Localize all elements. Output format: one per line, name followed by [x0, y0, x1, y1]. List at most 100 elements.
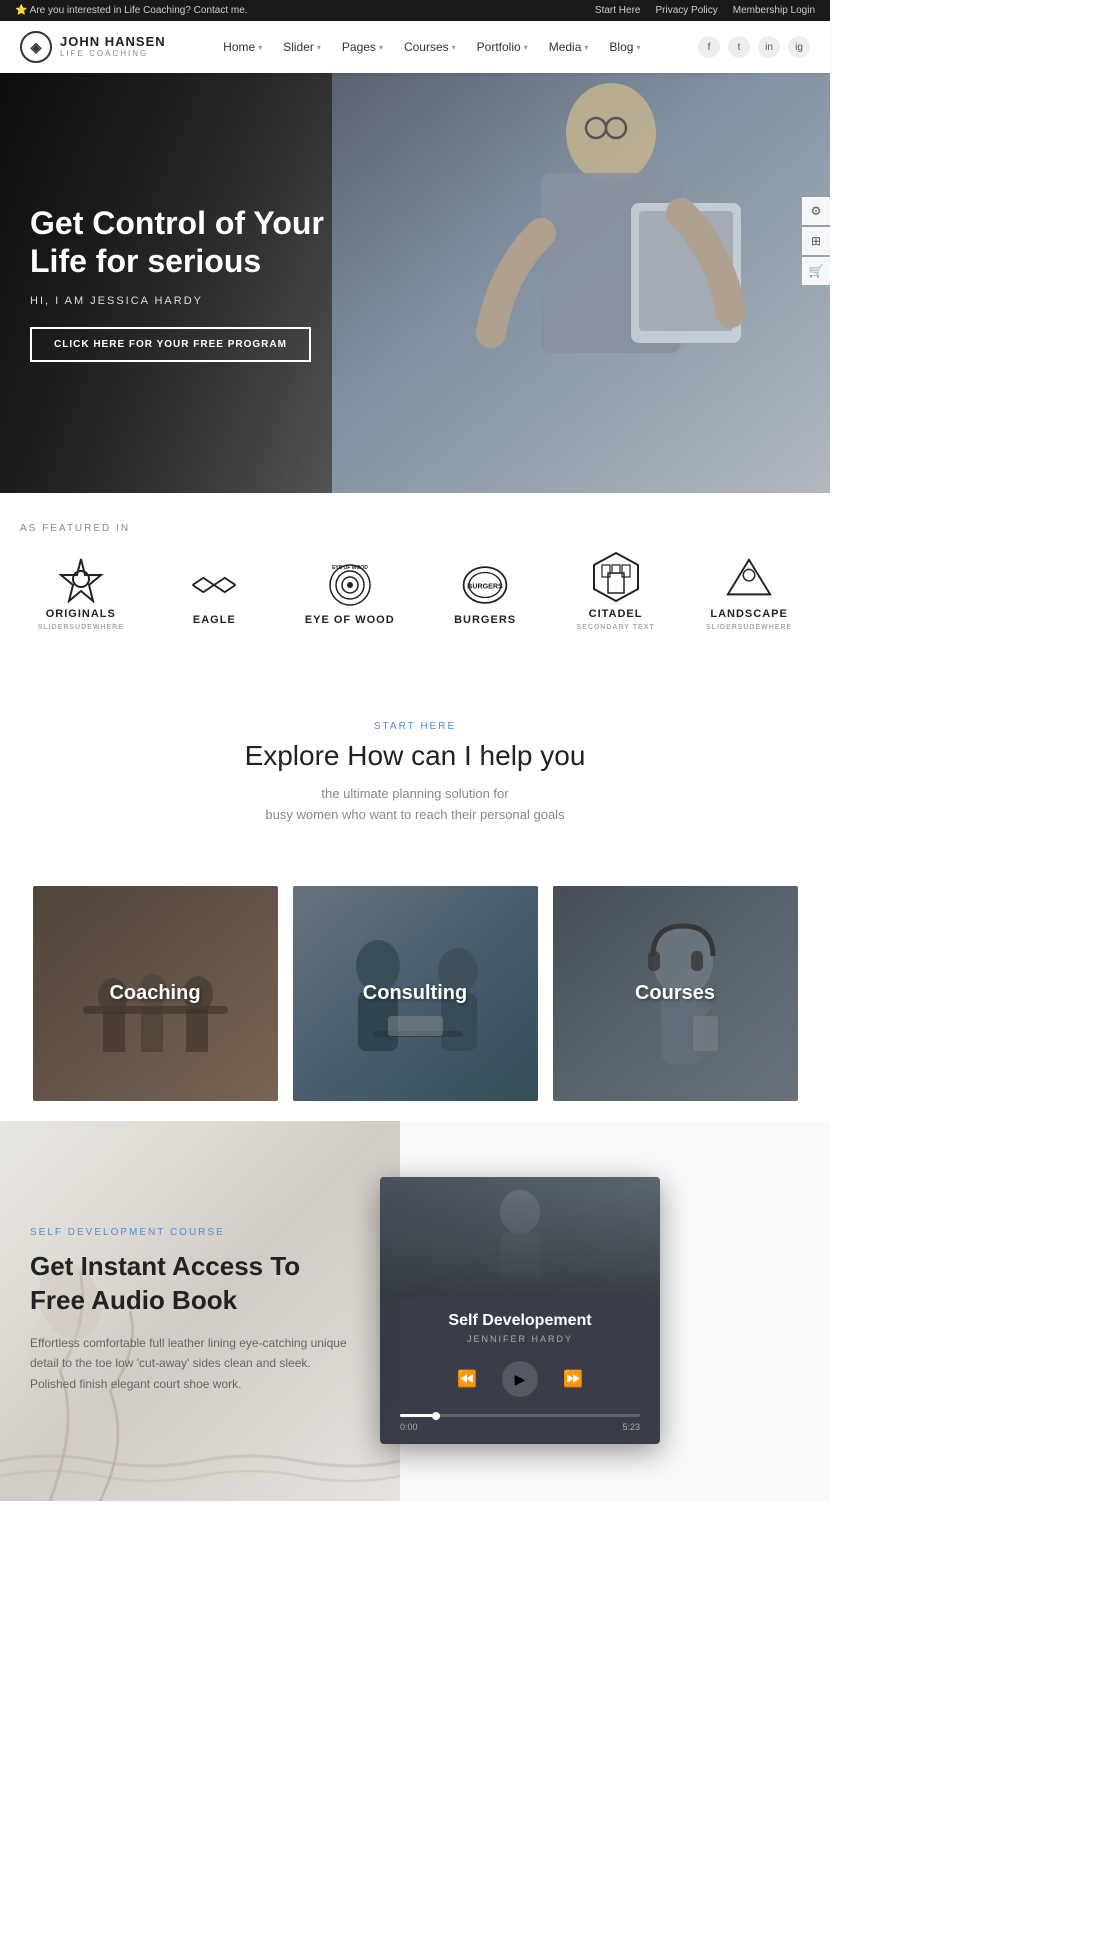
landscape-name: LANDSCAPE [710, 608, 787, 620]
main-nav: Home ▾ Slider ▾ Pages ▾ Courses ▾ Portfo… [215, 35, 648, 59]
nav-home[interactable]: Home ▾ [215, 35, 270, 59]
hero-cta-button[interactable]: CLICK HERE FOR YOUR FREE PROGRAM [30, 327, 311, 362]
audio-thumbnail [380, 1177, 660, 1297]
explore-desc: the ultimate planning solution for busy … [20, 784, 810, 826]
self-dev-content: SELF DEVELOPMENT COURSE Get Instant Acce… [0, 1177, 380, 1444]
side-widgets: ⚙ ⊞ 🛒 [802, 197, 830, 285]
social-twitter[interactable]: t [728, 36, 750, 58]
logo[interactable]: ◈ JOHN HANSEN LIFE COACHING [20, 31, 166, 63]
brand-landscape: LANDSCAPE SLIDERSUDEWHERE [706, 554, 792, 631]
burgers-icon: BURGERS [460, 560, 510, 610]
eagle-name: EAGLE [193, 614, 236, 626]
audio-play-button[interactable]: ▶ [502, 1361, 538, 1397]
cart-widget[interactable]: 🛒 [802, 257, 830, 285]
nav-media[interactable]: Media ▾ [541, 35, 597, 59]
hero-section: Get Control of Your Life for serious HI,… [0, 73, 830, 493]
grid-widget[interactable]: ⊞ [802, 227, 830, 255]
featured-label: AS FEATURED IN [20, 523, 810, 534]
chevron-down-icon: ▾ [317, 43, 321, 52]
brand-burgers: BURGERS BURGERS [445, 560, 525, 626]
audio-player: Self Developement JENNIFER HARDY ⏪ ▶ ⏩ 0… [380, 1177, 660, 1444]
start-here-label: START HERE [20, 721, 810, 732]
hero-subtitle: HI, I AM JESSICA HARDY [30, 295, 350, 307]
brand-citadel: CITADEL SECONDARY TEXT [576, 554, 656, 631]
nav-pages[interactable]: Pages ▾ [334, 35, 391, 59]
chevron-down-icon: ▾ [636, 43, 640, 52]
hero-title: Get Control of Your Life for serious [30, 204, 350, 281]
self-dev-badge: SELF DEVELOPMENT COURSE [30, 1227, 350, 1238]
audio-forward-button[interactable]: ⏩ [563, 1369, 583, 1389]
eagle-icon [189, 560, 239, 610]
eyeofwood-icon: EYE OF WOOD [325, 560, 375, 610]
logo-text: JOHN HANSEN LIFE COACHING [60, 35, 166, 58]
audio-progress-wrapper: 0:00 5:23 [380, 1409, 660, 1444]
originals-name: ORIGINALS [46, 608, 116, 620]
courses-card[interactable]: Courses [553, 886, 798, 1101]
chevron-down-icon: ▾ [379, 43, 383, 52]
service-cards: Coaching [0, 866, 830, 1121]
brand-eyeofwood: EYE OF WOOD EYE OF WOOD [305, 560, 395, 626]
header: ◈ JOHN HANSEN LIFE COACHING Home ▾ Slide… [0, 21, 830, 73]
social-facebook[interactable]: f [698, 36, 720, 58]
originals-sub: SLIDERSUDEWHERE [38, 624, 124, 631]
landscape-sub: SLIDERSUDEWHERE [706, 624, 792, 631]
section-divider-1 [0, 661, 830, 701]
courses-label: Courses [635, 982, 715, 1005]
audio-progress-fill [400, 1414, 436, 1417]
logo-icon: ◈ [20, 31, 52, 63]
top-bar-notice: ⭐ Are you interested in Life Coaching? C… [15, 5, 248, 16]
citadel-icon [591, 554, 641, 604]
coaching-card-overlay: Coaching [33, 886, 278, 1101]
consulting-card-overlay: Consulting [293, 886, 538, 1101]
citadel-name: CITADEL [589, 608, 643, 620]
nav-slider[interactable]: Slider ▾ [275, 35, 329, 59]
consulting-label: Consulting [363, 982, 467, 1005]
privacy-policy-link[interactable]: Privacy Policy [655, 5, 717, 16]
coaching-label: Coaching [109, 982, 200, 1005]
chevron-down-icon: ▾ [584, 43, 588, 52]
nav-blog[interactable]: Blog ▾ [601, 35, 648, 59]
svg-text:EYE OF WOOD: EYE OF WOOD [332, 565, 368, 571]
audio-rewind-button[interactable]: ⏪ [457, 1369, 477, 1389]
social-linkedin[interactable]: in [758, 36, 780, 58]
coaching-card[interactable]: Coaching [33, 886, 278, 1101]
chevron-down-icon: ▾ [452, 43, 456, 52]
audio-times: 0:00 5:23 [400, 1422, 640, 1432]
top-bar-links: Start Here Privacy Policy Membership Log… [595, 5, 815, 16]
self-dev-title: Get Instant Access To Free Audio Book [30, 1250, 350, 1318]
logo-subtitle: LIFE COACHING [60, 50, 166, 59]
brand-eagle: EAGLE [174, 560, 254, 626]
membership-login-link[interactable]: Membership Login [733, 5, 815, 16]
brand-originals: ORIGINALS SLIDERSUDEWHERE [38, 554, 124, 631]
audio-player-wrapper: Self Developement JENNIFER HARDY ⏪ ▶ ⏩ 0… [380, 1177, 660, 1444]
hero-content: Get Control of Your Life for serious HI,… [0, 164, 380, 403]
nav-courses[interactable]: Courses ▾ [396, 35, 464, 59]
featured-section: AS FEATURED IN ORIGINALS SLIDERSUDEWHERE… [0, 493, 830, 661]
hero-person-image [332, 73, 830, 493]
audio-info: Self Developement JENNIFER HARDY [380, 1297, 660, 1349]
originals-icon [56, 554, 106, 604]
social-instagram[interactable]: ig [788, 36, 810, 58]
audio-current-time: 0:00 [400, 1422, 418, 1432]
audio-track-author: JENNIFER HARDY [400, 1334, 640, 1344]
explore-title: Explore How can I help you [20, 740, 810, 772]
logo-name: JOHN HANSEN [60, 35, 166, 49]
social-links: f t in ig [698, 36, 810, 58]
courses-card-overlay: Courses [553, 886, 798, 1101]
audio-progress-dot [432, 1412, 440, 1420]
consulting-card[interactable]: Consulting [293, 886, 538, 1101]
chevron-down-icon: ▾ [258, 43, 262, 52]
audio-controls: ⏪ ▶ ⏩ [380, 1349, 660, 1409]
self-dev-description: Effortless comfortable full leather lini… [30, 1333, 350, 1394]
audio-progress-bar[interactable] [400, 1414, 640, 1417]
audio-total-time: 5:23 [622, 1422, 640, 1432]
burgers-name: BURGERS [454, 614, 516, 626]
start-here-link[interactable]: Start Here [595, 5, 641, 16]
audio-track-title: Self Developement [400, 1312, 640, 1330]
top-bar: ⭐ Are you interested in Life Coaching? C… [0, 0, 830, 21]
settings-widget[interactable]: ⚙ [802, 197, 830, 225]
self-development-section: SELF DEVELOPMENT COURSE Get Instant Acce… [0, 1121, 830, 1501]
nav-portfolio[interactable]: Portfolio ▾ [469, 35, 536, 59]
chevron-down-icon: ▾ [524, 43, 528, 52]
landscape-icon [724, 554, 774, 604]
